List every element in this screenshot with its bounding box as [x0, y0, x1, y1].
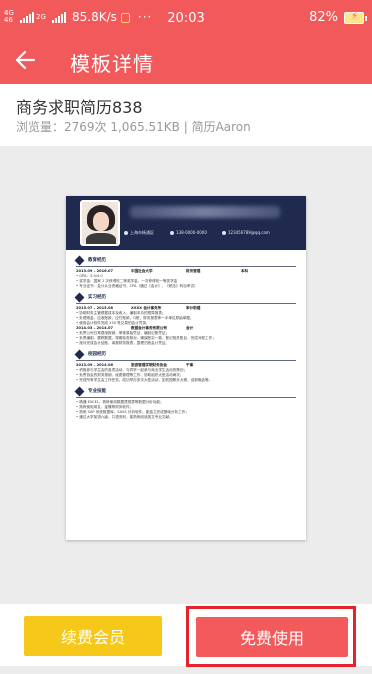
resume-bullet: 完成所有学生会工作任务，成功举办多次大型活动，如校园歌手大赛、迎新晚会等。: [76, 378, 296, 383]
resume-header: 上海市杨浦区 138-0000-0000 123456789@qq.com: [66, 196, 306, 250]
bottom-action-bar: 续费会员 免费使用: [0, 604, 372, 666]
entry-extra: [241, 306, 296, 311]
avatar: [80, 200, 120, 246]
resume-bullet: 通过大学英语六级，口语流利，能熟练阅读英文专业文献。: [76, 415, 296, 420]
contact-email-text: 123456789@qq.com: [228, 230, 270, 235]
resume-entry-header: 2013.09 – 2016.07 中国社会大学 财务管理 本科: [76, 269, 296, 274]
resume-preview[interactable]: 上海市杨浦区 138-0000-0000 123456789@qq.com 教育…: [66, 196, 306, 540]
location-icon: [124, 231, 128, 235]
resume-section-title: 教育经历: [88, 258, 106, 263]
entry-extra: [241, 326, 296, 331]
section-diamond-icon: [74, 292, 85, 303]
section-diamond-icon: [74, 386, 85, 397]
template-title: 商务求职简历838: [16, 98, 143, 117]
nav-bar: 模板详情: [0, 40, 372, 84]
resume-bullet: 专业证书：会计从业资格证书、CPA（通过《会计》、《税法》科目考试）: [76, 284, 296, 289]
contact-phone-text: 138-0000-0000: [176, 230, 207, 235]
section-diamond-icon: [74, 255, 85, 266]
page-title: 模板详情: [70, 52, 154, 76]
resume-section-heading: 校园经历: [74, 349, 296, 360]
blurred-name: [130, 206, 280, 218]
template-meta: 浏览量：2769次 1,065.51KB | 简历Aaron: [16, 120, 251, 134]
phone-icon: [170, 231, 174, 235]
status-bar: 4G 46 2G 85.8K/s ··· 20:03 82% ⚡: [0, 0, 372, 40]
contact-address: 上海市杨浦区: [124, 230, 154, 236]
resume-bullet: 按月完成会计结账，填报财务报表，整理归档会计凭证。: [76, 341, 296, 346]
entry-extra: 本科: [241, 269, 249, 273]
entry-role: 审计助理: [186, 306, 201, 310]
resume-section-title: 专业技能: [88, 389, 106, 394]
entry-role: 会计: [186, 326, 194, 330]
contact-email: 123456789@qq.com: [222, 230, 270, 235]
free-use-button[interactable]: 免费使用: [196, 617, 348, 657]
battery-status: 82% ⚡: [309, 10, 367, 25]
resume-section-heading: 教育经历: [74, 255, 296, 266]
contact-address-text: 上海市杨浦区: [130, 230, 154, 235]
charging-icon: ⚡: [351, 10, 359, 22]
entry-extra: [241, 363, 296, 368]
section-divider: [76, 360, 296, 361]
renew-vip-button[interactable]: 续费会员: [24, 616, 162, 656]
section-divider: [76, 266, 296, 267]
entry-role: 干事: [186, 363, 194, 367]
resume-body: 教育经历2013.09 – 2016.07中国社会大学财务管理本科GPA：3.9…: [66, 250, 306, 420]
contact-phone: 138-0000-0000: [170, 230, 207, 235]
battery-icon: ⚡: [344, 10, 367, 24]
resume-section-heading: 专业技能: [74, 386, 296, 397]
template-info: 商务求职简历838 浏览量：2769次 1,065.51KB | 简历Aaron: [0, 84, 372, 146]
resume-section-title: 校园经历: [88, 352, 106, 357]
section-divider: [76, 303, 296, 304]
section-divider: [76, 397, 296, 398]
email-icon: [222, 231, 226, 235]
back-arrow-icon[interactable]: [12, 46, 40, 74]
entry-org: 中国社会大学: [131, 269, 153, 273]
section-diamond-icon: [74, 349, 85, 360]
resume-section-heading: 实习经历: [74, 292, 296, 303]
resume-section-title: 实习经历: [88, 295, 106, 300]
battery-percent: 82%: [309, 10, 338, 25]
entry-role: 财务管理: [186, 269, 201, 273]
